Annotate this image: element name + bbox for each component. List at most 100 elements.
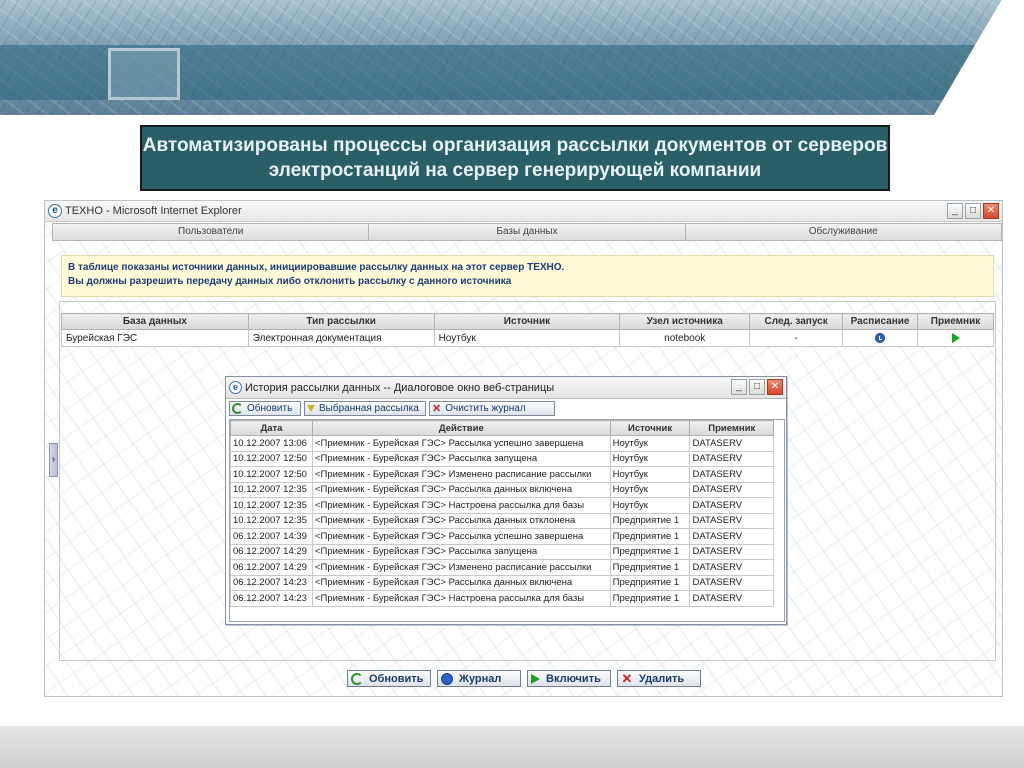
play-icon[interactable] xyxy=(951,332,960,343)
info-message: В таблице показаны источники данных, ини… xyxy=(61,255,994,297)
refresh-button[interactable]: Обновить xyxy=(347,670,431,687)
cell-type: Электронная документация xyxy=(247,329,435,347)
header-deco-square xyxy=(108,48,180,100)
cell-source: Ноутбук xyxy=(609,450,691,467)
col-header-schedule[interactable]: Расписание xyxy=(842,313,919,330)
cell-receiver: DATASERV xyxy=(689,450,774,467)
history-table: Дата Действие Источник Приемник 10.12.20… xyxy=(230,420,774,607)
col-header-database[interactable]: База данных xyxy=(61,313,249,330)
journal-button[interactable]: Журнал xyxy=(437,670,521,687)
cell-source: Ноутбук xyxy=(609,466,691,483)
history-row[interactable]: 06.12.2007 14:23 <Приемник - Бурейская ГЭ… xyxy=(230,574,774,591)
col-header-action[interactable]: Действие xyxy=(311,420,611,436)
ie-titlebar: e ТЕХНО - Microsoft Internet Explorer _ … xyxy=(45,201,1002,222)
table-row[interactable]: Бурейская ГЭС Электронная документация Н… xyxy=(61,329,994,347)
delete-button[interactable]: ✕ Удалить xyxy=(617,670,701,687)
history-row[interactable]: 06.12.2007 14:39 <Приемник - Бурейская ГЭ… xyxy=(230,528,774,545)
cell-source: Ноутбук xyxy=(609,435,691,452)
cell-action: <Приемник - Бурейская ГЭС> Рассылка запу… xyxy=(311,450,611,467)
cell-source: Предприятие 1 xyxy=(609,574,691,591)
cell-date: 06.12.2007 14:29 xyxy=(230,559,313,576)
nav-tab-maintenance[interactable]: Обслуживание xyxy=(686,224,1001,240)
history-row[interactable]: 10.12.2007 12:50 <Приемник - Бурейская ГЭ… xyxy=(230,450,774,467)
history-dialog: e История рассылки данных -- Диалоговое … xyxy=(225,376,787,625)
cell-receiver: DATASERV xyxy=(689,559,774,576)
cell-next-run: - xyxy=(749,329,844,347)
cell-source: Ноутбук xyxy=(609,497,691,514)
cell-source: Предприятие 1 xyxy=(609,512,691,529)
window-controls: _ □ ✕ xyxy=(947,203,999,219)
ie-logo-icon: e xyxy=(48,204,62,218)
col-header-receiver[interactable]: Приемник xyxy=(689,420,774,436)
col-header-date[interactable]: Дата xyxy=(230,420,313,436)
col-header-receiver[interactable]: Приемник xyxy=(917,313,994,330)
cell-source: Предприятие 1 xyxy=(609,528,691,545)
cell-receiver: DATASERV xyxy=(689,497,774,514)
cell-action: <Приемник - Бурейская ГЭС> Рассылка успе… xyxy=(311,435,611,452)
play-icon xyxy=(531,673,540,684)
top-nav: Пользователи Базы данных Обслуживание xyxy=(52,223,1002,241)
history-row[interactable]: 10.12.2007 12:50 <Приемник - Бурейская ГЭ… xyxy=(230,466,774,483)
close-button[interactable]: ✕ xyxy=(983,203,999,219)
history-row[interactable]: 10.12.2007 13:06 <Приемник - Бурейская ГЭ… xyxy=(230,435,774,452)
enable-button[interactable]: Включить xyxy=(527,670,611,687)
filter-button-label: Выбранная рассылка xyxy=(319,403,419,414)
cell-action: <Приемник - Бурейская ГЭС> Настроена рас… xyxy=(311,590,611,607)
cell-action: <Приемник - Бурейская ГЭС> Рассылка успе… xyxy=(311,528,611,545)
journal-button-label: Журнал xyxy=(459,672,502,685)
delete-x-icon: ✕ xyxy=(621,670,633,686)
info-line-2: Вы должны разрешить передачу данных либо… xyxy=(68,276,512,287)
journal-icon xyxy=(441,672,453,685)
col-header-source[interactable]: Источник xyxy=(433,313,621,330)
nav-tab-databases[interactable]: Базы данных xyxy=(369,224,686,240)
dialog-minimize-button[interactable]: _ xyxy=(731,379,747,395)
info-line-1: В таблице показаны источники данных, ини… xyxy=(68,262,565,273)
history-row[interactable]: 10.12.2007 12:35 <Приемник - Бурейская ГЭ… xyxy=(230,481,774,498)
history-table-container[interactable]: Дата Действие Источник Приемник 10.12.20… xyxy=(229,419,785,622)
side-panel-toggle[interactable]: › xyxy=(49,443,58,477)
cell-receiver: DATASERV xyxy=(689,512,774,529)
history-row[interactable]: 10.12.2007 12:35 <Приемник - Бурейская ГЭ… xyxy=(230,497,774,514)
cell-receiver: DATASERV xyxy=(689,528,774,545)
history-row[interactable]: 06.12.2007 14:23 <Приемник - Бурейская ГЭ… xyxy=(230,590,774,607)
slide-header-map-banner xyxy=(0,0,1024,115)
selected-mailing-filter-button[interactable]: Выбранная рассылка xyxy=(304,401,426,416)
dialog-maximize-button[interactable]: □ xyxy=(749,379,765,395)
history-row[interactable]: 10.12.2007 12:35 <Приемник - Бурейская ГЭ… xyxy=(230,512,774,529)
history-row[interactable]: 06.12.2007 14:29 <Приемник - Бурейская ГЭ… xyxy=(230,559,774,576)
col-header-node[interactable]: Узел источника xyxy=(619,313,751,330)
cell-action: <Приемник - Бурейская ГЭС> Изменено расп… xyxy=(311,559,611,576)
dialog-toolbar: Обновить Выбранная рассылка ✕ Очистить ж… xyxy=(229,401,555,416)
cell-date: 10.12.2007 12:35 xyxy=(230,512,313,529)
dialog-title: История рассылки данных -- Диалоговое ок… xyxy=(245,382,555,394)
col-header-next-run[interactable]: След. запуск xyxy=(749,313,844,330)
cell-schedule xyxy=(842,329,919,347)
clear-log-button[interactable]: ✕ Очистить журнал xyxy=(429,401,555,416)
cell-action: <Приемник - Бурейская ГЭС> Рассылка запу… xyxy=(311,543,611,560)
nav-tab-users[interactable]: Пользователи xyxy=(53,224,370,240)
clear-log-label: Очистить журнал xyxy=(445,403,526,414)
sources-table: База данных Тип рассылки Источник Узел и… xyxy=(61,313,994,347)
history-row[interactable]: 06.12.2007 14:29 <Приемник - Бурейская ГЭ… xyxy=(230,543,774,560)
cell-action: <Приемник - Бурейская ГЭС> Изменено расп… xyxy=(311,466,611,483)
cell-receiver: DATASERV xyxy=(689,481,774,498)
cell-receiver xyxy=(917,329,994,347)
dialog-close-button[interactable]: ✕ xyxy=(767,379,783,395)
cell-date: 06.12.2007 14:29 xyxy=(230,543,313,560)
cell-source: Ноутбук xyxy=(433,329,621,347)
cell-source: Предприятие 1 xyxy=(609,590,691,607)
cell-receiver: DATASERV xyxy=(689,590,774,607)
delete-button-label: Удалить xyxy=(639,672,685,685)
minimize-button[interactable]: _ xyxy=(947,203,963,219)
dialog-titlebar: e История рассылки данных -- Диалоговое … xyxy=(226,377,786,399)
filter-icon xyxy=(307,405,315,412)
dialog-refresh-button[interactable]: Обновить xyxy=(229,401,301,416)
col-header-source[interactable]: Источник xyxy=(609,420,691,436)
maximize-button[interactable]: □ xyxy=(965,203,981,219)
col-header-type[interactable]: Тип рассылки xyxy=(247,313,435,330)
history-header-row: Дата Действие Источник Приемник xyxy=(230,420,774,436)
cell-date: 10.12.2007 12:50 xyxy=(230,466,313,483)
clock-icon[interactable] xyxy=(875,332,886,343)
cell-action: <Приемник - Бурейская ГЭС> Рассылка данн… xyxy=(311,512,611,529)
cell-action: <Приемник - Бурейская ГЭС> Рассылка данн… xyxy=(311,481,611,498)
